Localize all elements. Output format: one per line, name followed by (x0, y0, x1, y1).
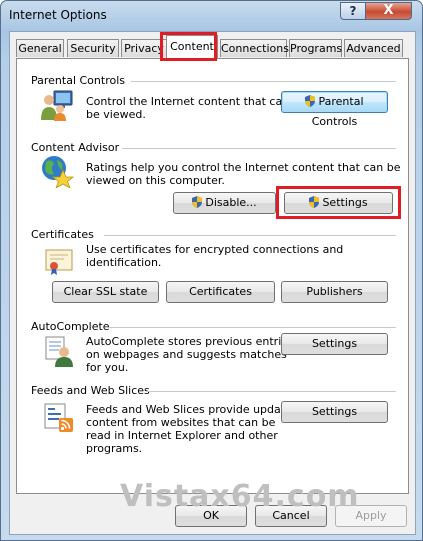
help-button[interactable]: ? (340, 2, 366, 20)
content-tab-panel: Parental Controls Control the Internet c… (16, 58, 409, 494)
section-divider (131, 81, 396, 82)
feeds-settings-button[interactable]: Settings (281, 401, 388, 423)
content-advisor-heading: Content Advisor (31, 141, 120, 154)
title-bar[interactable]: Internet Options ? X (1, 1, 422, 31)
section-divider (106, 327, 396, 328)
feeds-heading: Feeds and Web Slices (31, 384, 150, 397)
content-advisor-description: Ratings help you control the Internet co… (86, 161, 401, 187)
disable-button[interactable]: Disable... (173, 192, 276, 214)
section-divider (104, 235, 396, 236)
parental-controls-button[interactable]: Parental Controls (281, 91, 388, 128)
tab-advanced[interactable]: Advanced (344, 39, 403, 57)
autocomplete-description: AutoComplete stores previous entries on … (86, 335, 294, 374)
autocomplete-settings-button[interactable]: Settings (281, 333, 388, 355)
tab-security[interactable]: Security (67, 39, 119, 57)
watermark: Vistax64.com (120, 479, 360, 514)
certificates-button[interactable]: Certificates (166, 281, 275, 303)
section-divider (122, 148, 396, 149)
dialog-client-area: General Security Privacy Content Connect… (9, 31, 416, 535)
autocomplete-icon (45, 336, 73, 367)
content-tab-highlight (160, 32, 217, 61)
certificates-description: Use certificates for encrypted connectio… (86, 243, 344, 269)
content-advisor-icon (42, 156, 74, 188)
feeds-icon (44, 403, 73, 432)
publishers-button[interactable]: Publishers (281, 281, 388, 303)
tab-general[interactable]: General (16, 39, 64, 57)
help-icon: ? (349, 4, 357, 18)
clear-ssl-state-button[interactable]: Clear SSL state (52, 281, 159, 303)
certificates-heading: Certificates (31, 228, 94, 241)
parental-controls-icon (41, 90, 73, 121)
close-button[interactable]: X (365, 2, 412, 20)
tab-connections[interactable]: Connections (220, 39, 289, 57)
shield-icon (305, 95, 316, 107)
tab-programs[interactable]: Programs (289, 39, 342, 57)
internet-options-window: Internet Options ? X General Security Pr… (0, 0, 423, 541)
certificate-icon (45, 249, 73, 275)
section-divider (146, 391, 396, 392)
parental-controls-heading: Parental Controls (31, 74, 125, 87)
parental-controls-description: Control the Internet content that can be… (86, 95, 290, 121)
shield-icon (192, 196, 203, 208)
autocomplete-heading: AutoComplete (31, 320, 110, 333)
window-title: Internet Options (9, 8, 107, 22)
close-icon: X (383, 3, 394, 18)
feeds-description: Feeds and Web Slices provide updated con… (86, 403, 299, 455)
settings-button-highlight (276, 186, 401, 219)
